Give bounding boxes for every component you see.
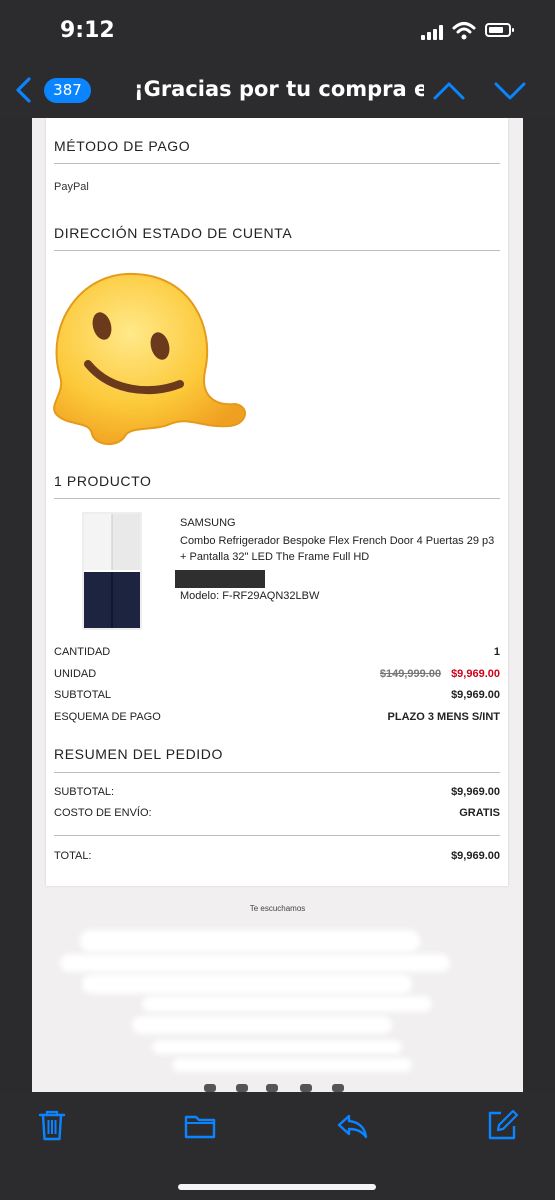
redacted-box <box>175 570 265 588</box>
up-chevron-icon[interactable] <box>432 78 466 102</box>
shipping-row: COSTO DE ENVÍO: GRATIS <box>54 807 500 821</box>
shipping-value: GRATIS <box>459 807 500 819</box>
twitter-icon[interactable] <box>266 1084 278 1092</box>
products-title: 1 PRODUCTO <box>54 473 152 489</box>
payment-scheme-label: ESQUEMA DE PAGO <box>54 711 161 723</box>
battery-icon <box>485 23 514 37</box>
unit-label: UNIDAD <box>54 668 97 680</box>
redacted-text-line <box>132 1016 392 1034</box>
payment-method-title: MÉTODO DE PAGO <box>54 138 191 154</box>
footer-heading: Te escuchamos <box>249 904 306 913</box>
product-name[interactable]: Combo Refrigerador Bespoke Flex French D… <box>180 533 500 565</box>
email-subject: ¡Gracias por tu compra en... <box>134 77 424 101</box>
divider <box>54 163 500 164</box>
home-indicator[interactable] <box>178 1184 376 1190</box>
cellular-signal-icon <box>421 24 447 40</box>
redacted-text-line <box>142 996 432 1012</box>
redacted-text-line <box>80 930 420 952</box>
email-body[interactable]: MÉTODO DE PAGO PayPal DIRECCIÓN ESTADO D… <box>32 118 523 1092</box>
redacted-text-line <box>82 974 412 994</box>
unread-count-badge[interactable]: 387 <box>44 78 91 103</box>
left-margin <box>0 118 32 1092</box>
back-chevron-icon[interactable] <box>12 76 36 104</box>
total-label: TOTAL: <box>54 850 92 862</box>
total-row: TOTAL: $9,969.00 <box>54 850 500 864</box>
original-price: $149,999.00 <box>379 668 442 680</box>
pinterest-icon[interactable] <box>300 1084 312 1092</box>
status-bar: 9:12 <box>0 0 555 62</box>
instagram-icon[interactable] <box>236 1084 248 1092</box>
divider <box>54 772 500 773</box>
quantity-value: 1 <box>493 646 500 658</box>
compose-icon[interactable] <box>485 1108 519 1142</box>
payment-method-value: PayPal <box>54 181 89 193</box>
product-model: Modelo: F-RF29AQN32LBW <box>180 590 320 602</box>
redacted-text-line <box>152 1040 402 1054</box>
billing-address-title: DIRECCIÓN ESTADO DE CUENTA <box>54 225 293 241</box>
payment-scheme-row: ESQUEMA DE PAGO PLAZO 3 MENS S/INT <box>54 711 500 725</box>
summary-subtotal-value: $9,969.00 <box>451 786 500 798</box>
payment-scheme-value: PLAZO 3 MENS S/INT <box>387 711 500 723</box>
clock-time: 9:12 <box>60 18 115 43</box>
down-chevron-icon[interactable] <box>493 78 527 102</box>
total-value: $9,969.00 <box>451 850 500 862</box>
product-brand: SAMSUNG <box>180 517 236 529</box>
subtotal-value: $9,969.00 <box>451 689 500 701</box>
subtotal-label: SUBTOTAL <box>54 689 112 701</box>
youtube-icon[interactable] <box>332 1084 344 1092</box>
message-nav-bar: 387 ¡Gracias por tu compra en... <box>0 62 555 118</box>
divider <box>54 835 500 836</box>
redacted-text-line <box>172 1058 412 1072</box>
wifi-icon <box>452 22 476 40</box>
shipping-label: COSTO DE ENVÍO: <box>54 807 152 819</box>
facebook-icon[interactable] <box>204 1084 216 1092</box>
unit-price-row: UNIDAD $149,999.00 $9,969.00 <box>54 668 500 682</box>
quantity-row: CANTIDAD 1 <box>54 646 500 660</box>
summary-subtotal-row: SUBTOTAL: $9,969.00 <box>54 786 500 800</box>
unit-price-values: $149,999.00 $9,969.00 <box>380 668 500 680</box>
folder-icon[interactable] <box>183 1108 217 1142</box>
trash-icon[interactable] <box>35 1108 69 1142</box>
melting-face-emoji-icon <box>53 272 246 445</box>
quantity-label: CANTIDAD <box>54 646 111 658</box>
right-margin <box>523 118 555 1092</box>
order-card: MÉTODO DE PAGO PayPal DIRECCIÓN ESTADO D… <box>46 118 508 886</box>
divider <box>54 250 500 251</box>
divider <box>54 498 500 499</box>
redacted-text-line <box>60 954 450 972</box>
summary-subtotal-label: SUBTOTAL: <box>54 786 115 798</box>
subtotal-row: SUBTOTAL $9,969.00 <box>54 689 500 703</box>
sale-price: $9,969.00 <box>451 668 500 680</box>
order-summary-title: RESUMEN DEL PEDIDO <box>54 746 223 762</box>
refrigerator-product-image[interactable] <box>82 512 142 630</box>
reply-icon[interactable] <box>335 1108 369 1142</box>
